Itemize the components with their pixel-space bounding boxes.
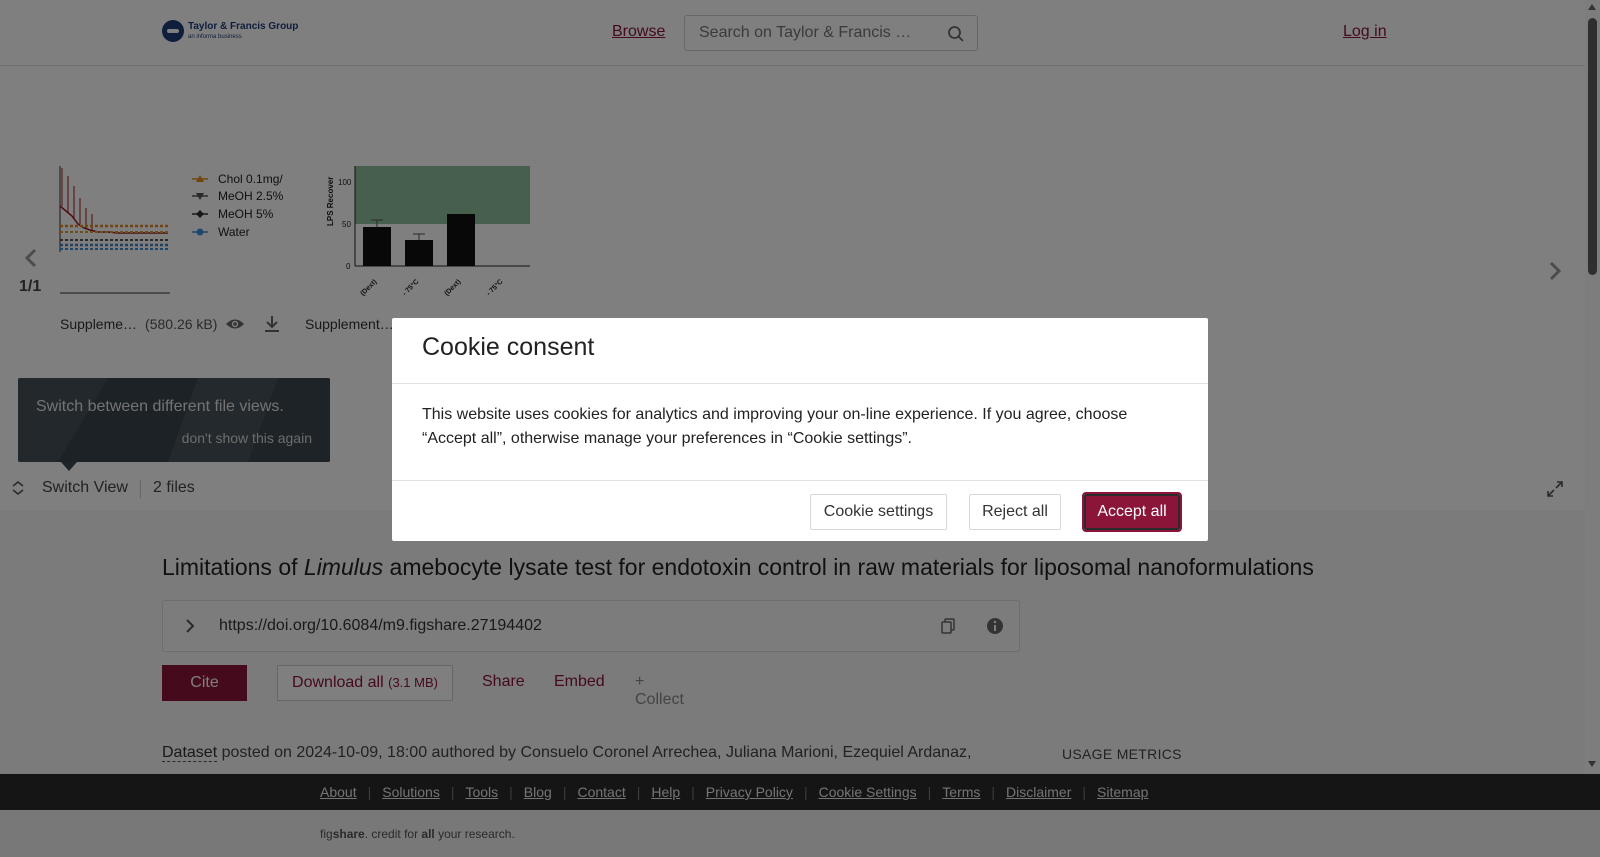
divider	[392, 383, 1208, 384]
cookie-consent-dialog: Cookie consent This website uses cookies…	[392, 318, 1208, 541]
divider	[392, 480, 1208, 481]
accept-all-button[interactable]: Accept all	[1082, 492, 1182, 532]
reject-all-button[interactable]: Reject all	[969, 494, 1061, 530]
cookie-dialog-body: This website uses cookies for analytics …	[422, 406, 1128, 447]
cookie-settings-button[interactable]: Cookie settings	[810, 494, 947, 530]
cookie-dialog-title: Cookie consent	[422, 333, 595, 361]
